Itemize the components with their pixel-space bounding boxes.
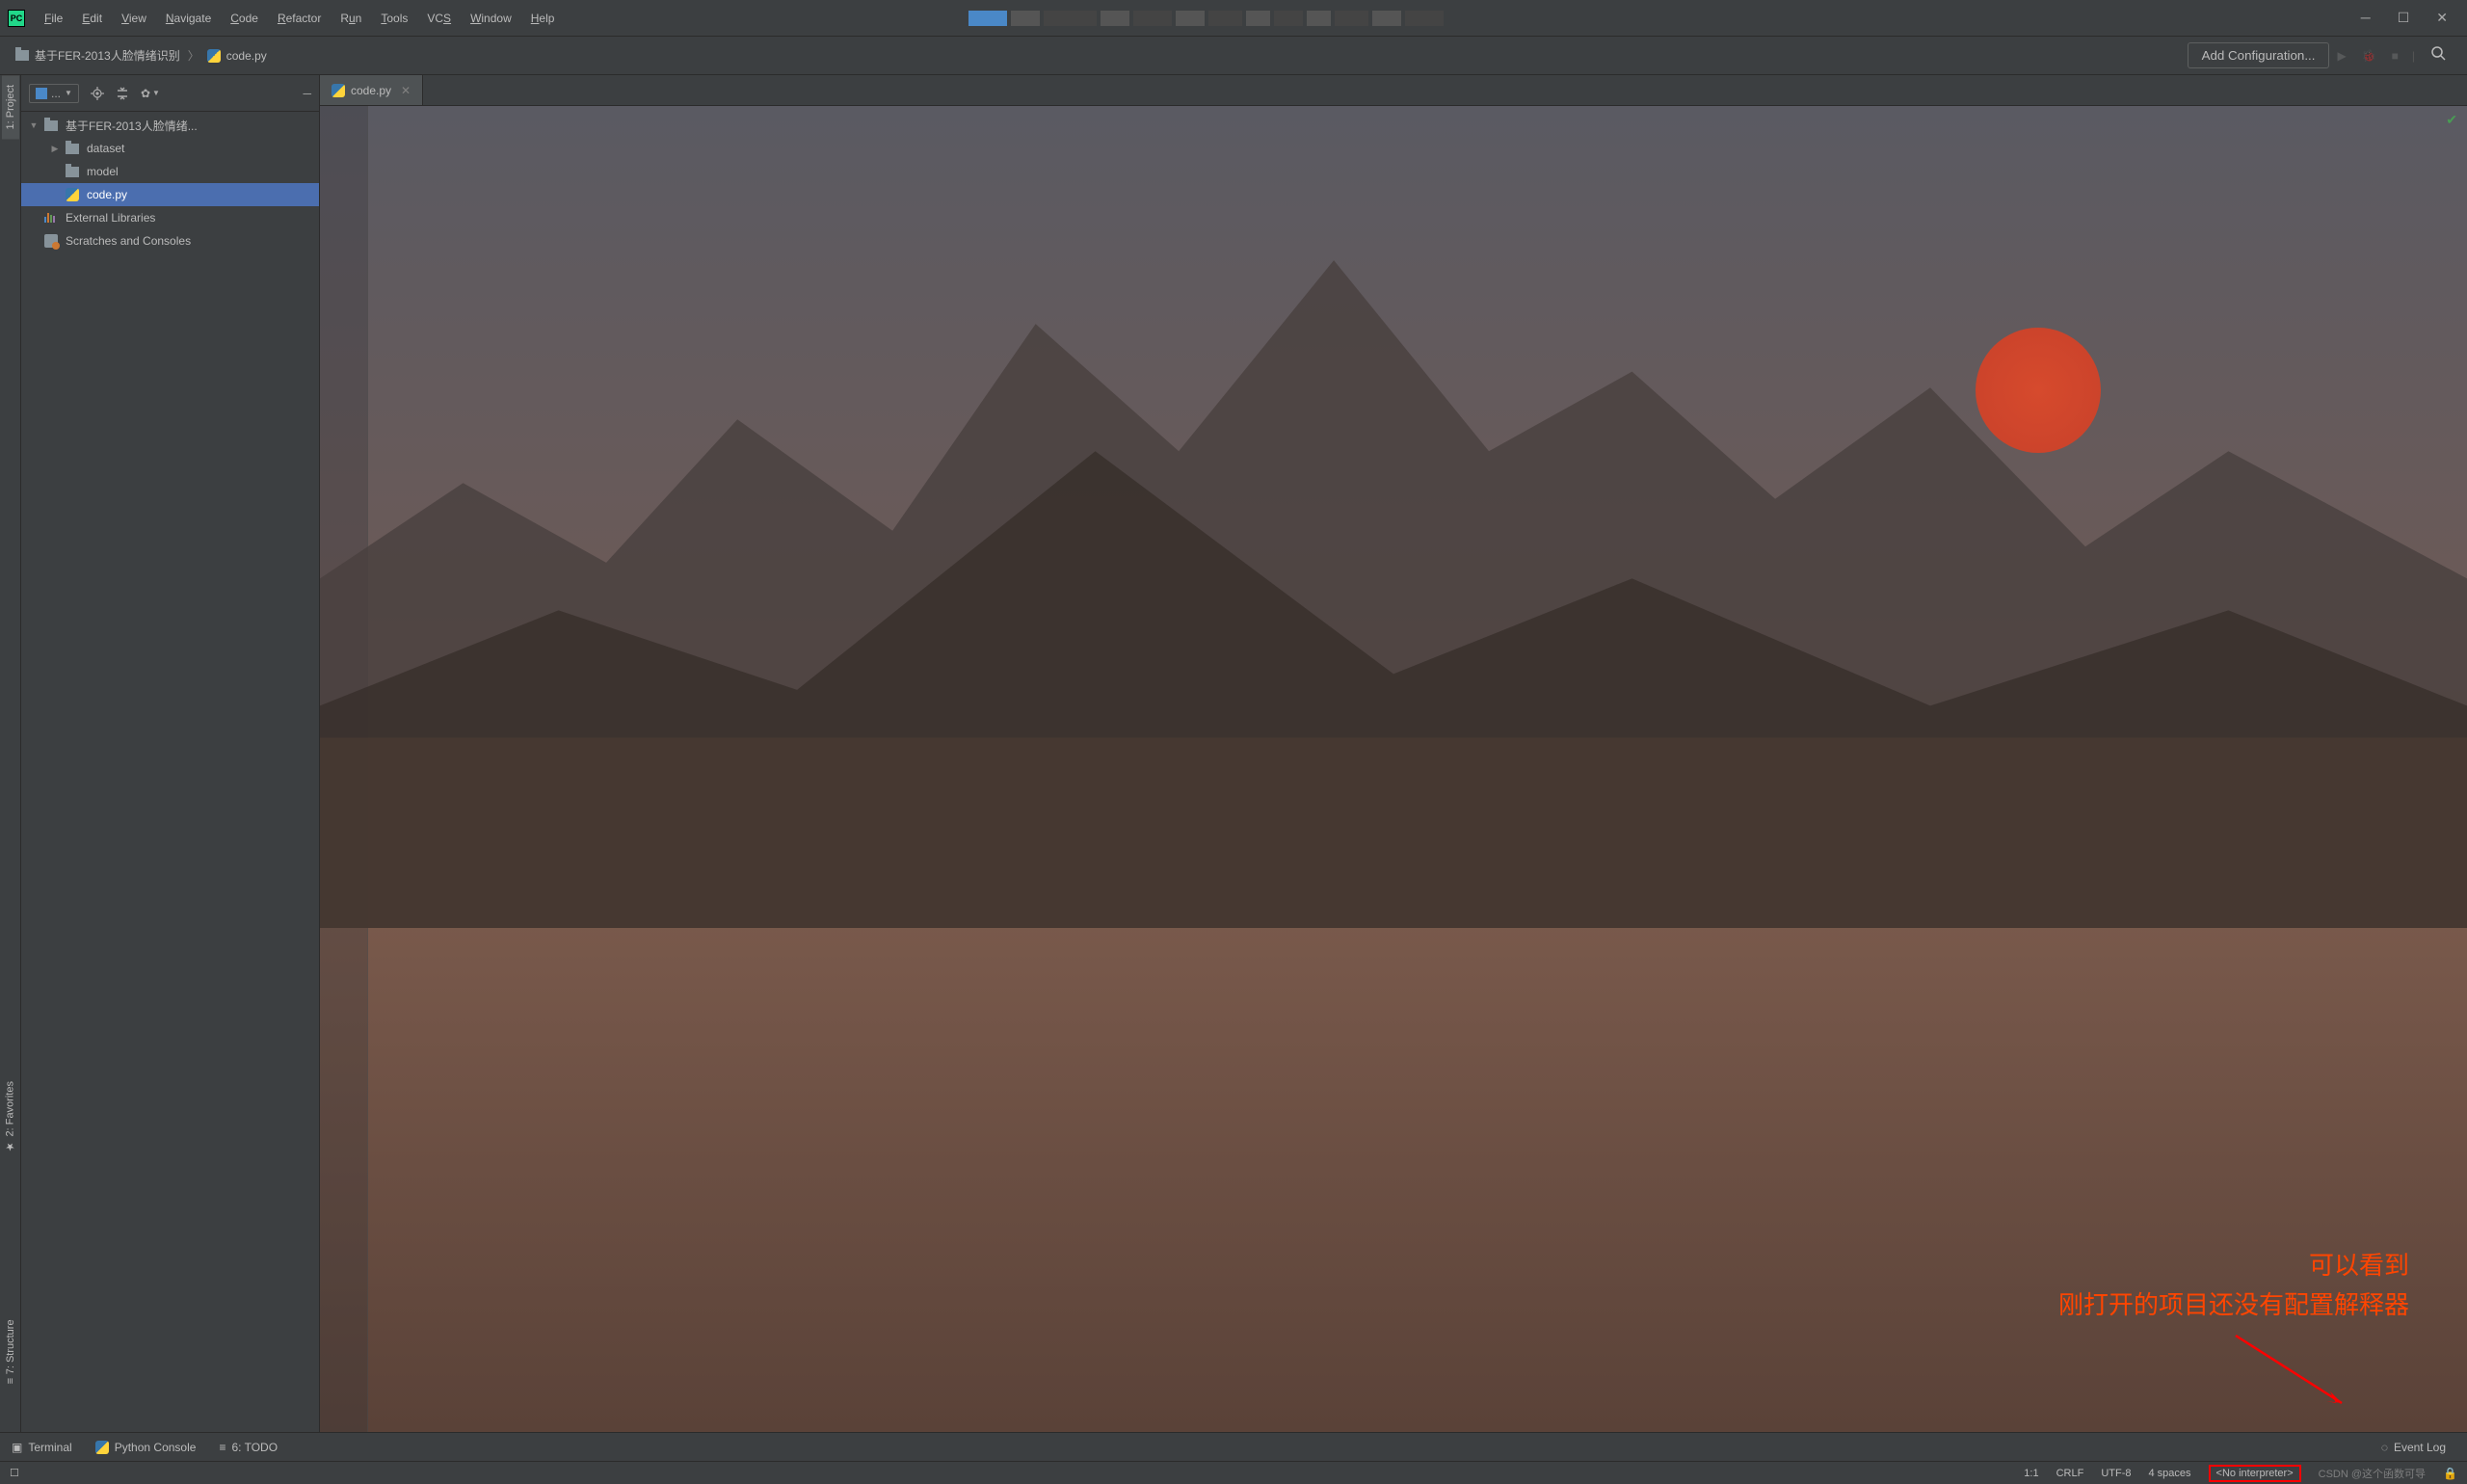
editor-tab-label: code.py <box>351 84 391 97</box>
stop-icon[interactable]: ■ <box>2384 45 2406 66</box>
menu-view[interactable]: View <box>112 8 156 29</box>
python-icon <box>95 1441 109 1454</box>
menu-tools[interactable]: Tools <box>371 8 417 29</box>
inspection-ok-icon[interactable]: ✔ <box>2446 112 2457 128</box>
annotation-text: 可以看到 刚打开的项目还没有配置解释器 <box>2058 1246 2409 1326</box>
todo-icon: ≡ <box>219 1441 225 1454</box>
bottom-tab-todo[interactable]: ≡ 6: TODO <box>219 1441 278 1454</box>
folder-icon <box>15 50 29 61</box>
watermark: CSDN @这个函数可导 <box>2319 1466 2426 1481</box>
expand-icon[interactable] <box>50 144 60 154</box>
tree-code-file[interactable]: code.py <box>21 183 319 206</box>
tree-scratches-label: Scratches and Consoles <box>66 234 191 248</box>
event-log-icon: ◌ <box>2381 1441 2388 1454</box>
menu-code[interactable]: Code <box>221 8 268 29</box>
bottom-tab-python-console[interactable]: Python Console <box>95 1441 197 1454</box>
debug-icon[interactable]: 🐞 <box>2354 45 2384 66</box>
left-gutter: 1: Project ★2: Favorites ≡7: Structure <box>0 75 21 1432</box>
python-file-icon <box>332 84 345 97</box>
window-controls: ─ ☐ ✕ <box>2361 10 2459 26</box>
panel-toolbar: ... ▼ ✿▼ ─ <box>21 75 319 112</box>
tree-model-label: model <box>87 165 119 178</box>
gutter-tab-structure[interactable]: ≡7: Structure <box>2 1310 19 1393</box>
breadcrumb-bar: 基于FER-2013人脸情绪识别 〉 code.py Add Configura… <box>0 37 2467 75</box>
breadcrumb-separator: 〉 <box>188 47 199 64</box>
terminal-icon: ▣ <box>12 1441 22 1454</box>
add-configuration-button[interactable]: Add Configuration... <box>2188 42 2330 68</box>
menu-refactor[interactable]: Refactor <box>268 8 331 29</box>
tree-external-libraries[interactable]: External Libraries <box>21 206 319 229</box>
tab-close-icon[interactable]: ✕ <box>401 84 411 97</box>
status-line-separator[interactable]: CRLF <box>2056 1468 2084 1479</box>
tree-scratches[interactable]: Scratches and Consoles <box>21 229 319 252</box>
event-log-button[interactable]: ◌ Event Log <box>2381 1441 2446 1454</box>
folder-icon <box>66 144 79 154</box>
library-icon <box>44 213 58 223</box>
python-file-icon <box>66 188 79 201</box>
annotation-arrow <box>2216 1326 2351 1413</box>
status-encoding[interactable]: UTF-8 <box>2101 1468 2131 1479</box>
menu-window[interactable]: Window <box>461 8 521 29</box>
search-icon[interactable] <box>2421 41 2455 69</box>
tree-dataset[interactable]: dataset <box>21 137 319 160</box>
bottom-toolbar: ▣ Terminal Python Console ≡ 6: TODO ◌ Ev… <box>0 1432 2467 1461</box>
bottom-tab-terminal[interactable]: ▣ Terminal <box>12 1441 72 1454</box>
project-view-selector[interactable]: ... ▼ <box>29 84 79 103</box>
show-panels-icon[interactable]: ☐ <box>10 1467 19 1479</box>
hide-panel-icon[interactable]: ─ <box>303 87 311 100</box>
scratch-icon <box>44 234 58 248</box>
folder-icon <box>44 120 58 131</box>
menu-file[interactable]: File <box>35 8 72 29</box>
breadcrumb-project-label: 基于FER-2013人脸情绪识别 <box>35 47 180 64</box>
folder-icon <box>66 167 79 177</box>
breadcrumb-file[interactable]: code.py <box>203 47 271 65</box>
editor-area: code.py ✕ ✔ 可以看到 刚打开的项目还没有配置解释器 <box>320 75 2467 1432</box>
close-icon[interactable]: ✕ <box>2436 10 2448 26</box>
breadcrumb-project[interactable]: 基于FER-2013人脸情绪识别 <box>12 45 184 66</box>
editor-tab-code[interactable]: code.py ✕ <box>320 75 423 105</box>
run-icon[interactable]: ▶ <box>2329 45 2353 66</box>
app-icon: PC <box>8 10 25 27</box>
menu-navigate[interactable]: Navigate <box>156 8 221 29</box>
menu-run[interactable]: Run <box>331 8 371 29</box>
lock-icon[interactable]: 🔒 <box>2443 1467 2457 1480</box>
locate-icon[interactable] <box>91 87 104 100</box>
maximize-icon[interactable]: ☐ <box>2398 10 2410 26</box>
tree-extlib-label: External Libraries <box>66 211 155 225</box>
project-tree: 基于FER-2013人脸情绪... dataset model code.py <box>21 112 319 1432</box>
title-blur <box>968 11 2360 26</box>
gutter-tab-favorites[interactable]: ★2: Favorites <box>1 1072 19 1162</box>
tree-root[interactable]: 基于FER-2013人脸情绪... <box>21 114 319 137</box>
menu-vcs[interactable]: VCS <box>417 8 461 29</box>
gutter-tab-project[interactable]: 1: Project <box>2 75 19 139</box>
menu-help[interactable]: Help <box>521 8 565 29</box>
tree-model[interactable]: model <box>21 160 319 183</box>
settings-icon[interactable]: ✿▼ <box>141 87 160 100</box>
tree-code-label: code.py <box>87 188 127 201</box>
status-indent[interactable]: 4 spaces <box>2149 1468 2191 1479</box>
background-mountains <box>320 133 2467 929</box>
collapse-icon[interactable] <box>116 87 129 100</box>
tree-dataset-label: dataset <box>87 142 124 155</box>
menubar: PC File Edit View Navigate Code Refactor… <box>0 0 2467 37</box>
tree-root-label: 基于FER-2013人脸情绪... <box>66 118 198 134</box>
editor-viewport[interactable]: ✔ 可以看到 刚打开的项目还没有配置解释器 <box>320 106 2467 1432</box>
statusbar: ☐ 1:1 CRLF UTF-8 4 spaces <No interprete… <box>0 1461 2467 1484</box>
breadcrumb-file-label: code.py <box>226 49 267 63</box>
menu-edit[interactable]: Edit <box>72 8 112 29</box>
status-position[interactable]: 1:1 <box>2024 1468 2038 1479</box>
expand-icon[interactable] <box>29 120 39 130</box>
minimize-icon[interactable]: ─ <box>2361 10 2371 26</box>
project-panel: ... ▼ ✿▼ ─ <box>21 75 320 1432</box>
status-interpreter[interactable]: <No interpreter> <box>2209 1465 2301 1482</box>
python-file-icon <box>207 49 221 63</box>
editor-tabbar: code.py ✕ <box>320 75 2467 106</box>
